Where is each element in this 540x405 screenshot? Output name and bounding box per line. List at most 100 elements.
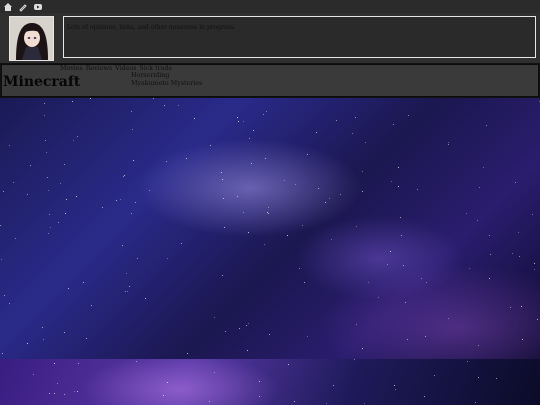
edit-icon[interactable] — [17, 1, 29, 13]
category-title: Minecraft — [3, 74, 81, 90]
star — [352, 133, 353, 134]
star — [448, 318, 449, 319]
star — [496, 378, 497, 379]
star — [268, 213, 269, 214]
star — [489, 278, 490, 279]
star — [247, 350, 248, 351]
sub-item-myakumoto[interactable]: Myakumoto Mysteries — [131, 80, 202, 88]
star — [405, 302, 406, 303]
star — [518, 232, 519, 233]
star — [48, 233, 49, 234]
tag-reviews[interactable]: Reviews — [86, 65, 112, 72]
star — [403, 265, 404, 266]
star — [448, 142, 449, 143]
star — [221, 172, 222, 173]
star — [239, 328, 240, 329]
home-icon[interactable] — [2, 1, 14, 13]
star — [408, 115, 409, 116]
star — [60, 183, 61, 184]
star — [129, 286, 130, 287]
star — [76, 196, 77, 197]
star — [2, 353, 3, 354]
play-icon[interactable] — [32, 1, 44, 13]
star — [478, 345, 479, 346]
star — [131, 213, 132, 214]
star — [131, 111, 132, 112]
star — [318, 188, 319, 189]
star — [45, 140, 46, 141]
star — [224, 227, 225, 228]
sub-list: Horseriding Myakumoto Mysteries — [131, 72, 202, 87]
star — [434, 375, 435, 376]
star — [304, 282, 305, 283]
star — [238, 121, 239, 122]
star — [65, 213, 66, 214]
star — [299, 268, 300, 269]
star — [123, 176, 124, 177]
description-text: Lots of opinions, links, and other nonse… — [67, 24, 236, 31]
star — [393, 124, 394, 125]
star — [329, 198, 330, 199]
star — [124, 175, 125, 176]
star — [259, 396, 260, 397]
star — [398, 167, 399, 168]
star — [307, 336, 308, 337]
star — [132, 129, 133, 130]
star — [42, 327, 43, 328]
star — [64, 164, 65, 165]
background-image — [0, 98, 540, 359]
star — [519, 256, 520, 257]
star — [1, 259, 2, 260]
star — [125, 291, 126, 292]
star — [167, 382, 168, 383]
star — [243, 212, 244, 213]
avatar[interactable] — [9, 16, 54, 61]
star — [269, 334, 270, 335]
star — [326, 403, 327, 404]
star — [44, 115, 45, 116]
star — [284, 180, 285, 181]
star — [294, 401, 295, 402]
star — [116, 200, 117, 201]
star — [259, 381, 260, 382]
tag-videos[interactable]: Videos — [115, 65, 136, 72]
star — [469, 268, 470, 269]
star — [522, 339, 523, 340]
star — [237, 117, 238, 118]
star — [387, 264, 388, 265]
tag-movies[interactable]: Movies — [60, 65, 83, 72]
star — [336, 120, 337, 121]
tag-sick-trade[interactable]: Sick trade — [139, 65, 172, 72]
star — [86, 338, 87, 339]
star — [478, 377, 479, 378]
star — [77, 391, 78, 392]
star — [214, 317, 215, 318]
star — [120, 199, 121, 200]
star — [448, 144, 449, 145]
star — [237, 196, 238, 197]
star — [325, 202, 326, 203]
star — [83, 282, 84, 283]
star — [222, 179, 223, 180]
star — [401, 235, 402, 236]
sub-item-horseriding[interactable]: Horseriding — [131, 72, 202, 80]
star — [68, 288, 69, 289]
star — [486, 125, 487, 126]
star — [137, 258, 138, 259]
star — [209, 401, 210, 402]
star — [126, 273, 127, 274]
star — [490, 254, 491, 255]
star — [400, 217, 401, 218]
star — [425, 336, 426, 337]
tag-list: Movies Reviews Videos Sick trade — [60, 65, 175, 72]
star — [417, 189, 418, 190]
star — [307, 154, 308, 155]
star — [364, 403, 365, 404]
star — [378, 297, 379, 298]
star — [210, 145, 211, 146]
star — [58, 222, 59, 223]
star — [46, 152, 47, 153]
profile-header: Lots of opinions, links, and other nonse… — [0, 13, 540, 63]
star — [426, 282, 427, 283]
star — [355, 117, 356, 118]
